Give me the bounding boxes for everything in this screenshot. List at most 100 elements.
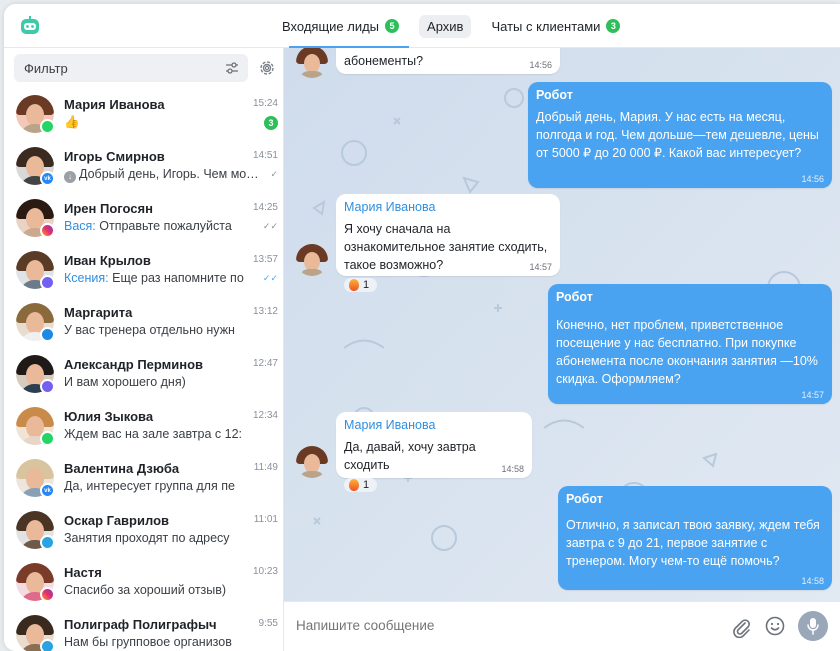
fire-icon <box>349 479 359 491</box>
download-icon: ↓ <box>64 171 76 183</box>
chat-preview: Ксения: Еще раз напомните по <box>64 271 260 285</box>
message-incoming[interactable]: Мария Иванова Да, давай, хочу завтра схо… <box>336 412 532 492</box>
message-outgoing[interactable]: Робот Отлично, я записал твою заявку, жд… <box>558 486 832 590</box>
chat-preview: Вася: Отправьте пожалуйста <box>64 219 260 233</box>
app-window: Входящие лиды 5 Архив Чаты с клиентами 3… <box>4 4 840 651</box>
message-time: 14:56 <box>529 60 552 70</box>
tab-label: Архив <box>427 18 464 34</box>
chat-item-poligraf[interactable]: Полиграф Полиграфыч 9:55 Нам бы группово… <box>4 608 283 651</box>
message-time: 14:57 <box>801 390 824 400</box>
whatsapp-icon <box>40 119 55 134</box>
reaction-chip[interactable]: 1 <box>344 278 378 292</box>
chat-name: Валентина Дзюба <box>64 461 180 476</box>
message-outgoing[interactable]: Робот Конечно, нет проблем, приветственн… <box>548 284 832 404</box>
chat-preview: 👍 <box>64 115 80 129</box>
reaction-chip[interactable]: 1 <box>344 478 378 492</box>
message-incoming[interactable]: абонементы? 14:56 <box>336 48 560 74</box>
top-bar: Входящие лиды 5 Архив Чаты с клиентами 3 <box>4 4 840 48</box>
whatsapp-icon <box>40 431 55 446</box>
message-input[interactable] <box>296 618 716 633</box>
chat-item-margarita[interactable]: Маргарита 13:12 У вас тренера отдельно н… <box>4 296 283 348</box>
chat-item-igor[interactable]: vk Игорь Смирнов 14:51 ↓ Добрый день, Иго… <box>4 140 283 192</box>
chat-preview: ↓ Добрый день, Игорь. Чем может <box>64 167 260 183</box>
microphone-icon <box>807 618 819 635</box>
chat-preview: И вам хорошего дня) <box>64 375 186 389</box>
message-time: 14:57 <box>529 262 552 272</box>
message-incoming[interactable]: Мария Иванова Я хочу сначала на ознакоми… <box>336 194 560 292</box>
tab-incoming-leads[interactable]: Входящие лиды 5 <box>274 15 407 38</box>
paperclip-icon[interactable] <box>730 616 752 638</box>
chat-name: Мария Иванова <box>64 97 165 112</box>
chat-item-valentina[interactable]: vk Валентина Дзюба 11:49 Да, интересует … <box>4 452 283 504</box>
vk-icon: vk <box>40 171 55 186</box>
preview-text: Отправьте пожалуйста <box>99 219 232 233</box>
vk-icon: vk <box>40 483 55 498</box>
tab-client-chats[interactable]: Чаты с клиентами 3 <box>483 15 628 38</box>
chat-item-alexander[interactable]: Александр Перминов 12:47 И вам хорошего … <box>4 348 283 400</box>
gear-icon[interactable] <box>258 59 276 77</box>
preview-text: Еще раз напомните по <box>112 271 244 285</box>
message-author: Робот <box>556 290 593 304</box>
chat-time: 12:34 <box>252 410 278 421</box>
message-text: Я хочу сначала на ознакомительное заняти… <box>344 222 548 272</box>
preview-text: Добрый день, Игорь. Чем может <box>79 167 260 181</box>
chat-preview: Спасибо за хороший отзыв) <box>64 583 227 597</box>
message-time: 14:58 <box>801 576 824 586</box>
tab-count-badge: 3 <box>606 19 621 33</box>
viber-icon <box>40 275 55 290</box>
instagram-icon <box>40 223 55 238</box>
read-check-icon: ✓✓ <box>262 273 278 283</box>
viber-icon <box>40 379 55 394</box>
chat-preview: Ждем вас на зале завтра с 12: <box>64 427 243 441</box>
conversation-panel[interactable]: абонементы? 14:56 Робот Добрый день, Мар… <box>284 48 840 601</box>
chat-preview: У вас тренера отдельно нужн <box>64 323 235 337</box>
message-author: Мария Иванова <box>344 418 436 432</box>
messenger-icon <box>40 327 55 342</box>
sliders-icon <box>226 62 238 74</box>
robot-logo-icon[interactable] <box>18 14 42 38</box>
preview-sender: Вася: <box>64 219 96 233</box>
tab-label: Чаты с клиентами <box>491 18 601 34</box>
chat-list: Мария Иванова 15:24 👍 3 vk Игорь Смирнов… <box>4 88 283 651</box>
filter-button[interactable]: Фильтр <box>14 54 248 82</box>
emoji-icon[interactable] <box>764 615 786 637</box>
chat-time: 14:25 <box>252 202 278 213</box>
telegram-icon <box>40 535 55 550</box>
message-text: Добрый день, Мария. У нас есть на месяц,… <box>536 110 819 160</box>
message-time: 14:58 <box>501 464 524 474</box>
read-check-icon: ✓✓ <box>262 221 278 231</box>
chat-preview: Да, интересует группа для пе <box>64 479 235 493</box>
chat-item-yulia[interactable]: Юлия Зыкова 12:34 Ждем вас на зале завтр… <box>4 400 283 452</box>
chat-item-ivan[interactable]: Иван Крылов 13:57 Ксения: Еще раз напомн… <box>4 244 283 296</box>
fire-icon <box>349 279 359 291</box>
chat-time: 13:57 <box>252 254 278 265</box>
tab-bar: Входящие лиды 5 Архив Чаты с клиентами 3 <box>274 13 628 39</box>
message-text: абонементы? <box>344 54 424 68</box>
message-author: Робот <box>566 492 603 506</box>
reaction-count: 1 <box>363 279 370 291</box>
message-author: Мария Иванова <box>344 200 436 214</box>
chat-item-oskar[interactable]: Оскар Гаврилов 11:01 Занятия проходят по… <box>4 504 283 556</box>
chat-name: Иван Крылов <box>64 253 151 268</box>
chat-name: Маргарита <box>64 305 133 320</box>
chat-time: 15:24 <box>252 98 278 109</box>
chat-time: 11:01 <box>253 514 278 525</box>
chat-item-maria[interactable]: Мария Иванова 15:24 👍 3 <box>4 88 283 140</box>
chat-item-iren[interactable]: Ирен Погосян 14:25 Вася: Отправьте пожал… <box>4 192 283 244</box>
chat-time: 10:23 <box>252 566 278 577</box>
chat-name: Ирен Погосян <box>64 201 153 216</box>
tab-count-badge: 5 <box>385 19 400 33</box>
tab-archive[interactable]: Архив <box>419 14 472 38</box>
message-time: 14:56 <box>801 174 824 184</box>
filter-label: Фильтр <box>24 61 68 76</box>
message-text: Да, давай, хочу завтра сходить <box>344 440 476 472</box>
chat-name: Александр Перминов <box>64 357 204 372</box>
chat-item-nastya[interactable]: Настя 10:23 Спасибо за хороший отзыв) <box>4 556 283 608</box>
tab-label: Входящие лиды <box>282 18 380 34</box>
read-check-icon: ✓ <box>270 169 278 179</box>
contact-avatar <box>296 244 328 276</box>
message-composer <box>284 601 840 651</box>
message-author: Робот <box>536 88 573 102</box>
message-outgoing[interactable]: Робот Добрый день, Мария. У нас есть на … <box>528 82 832 188</box>
microphone-button[interactable] <box>798 611 828 641</box>
